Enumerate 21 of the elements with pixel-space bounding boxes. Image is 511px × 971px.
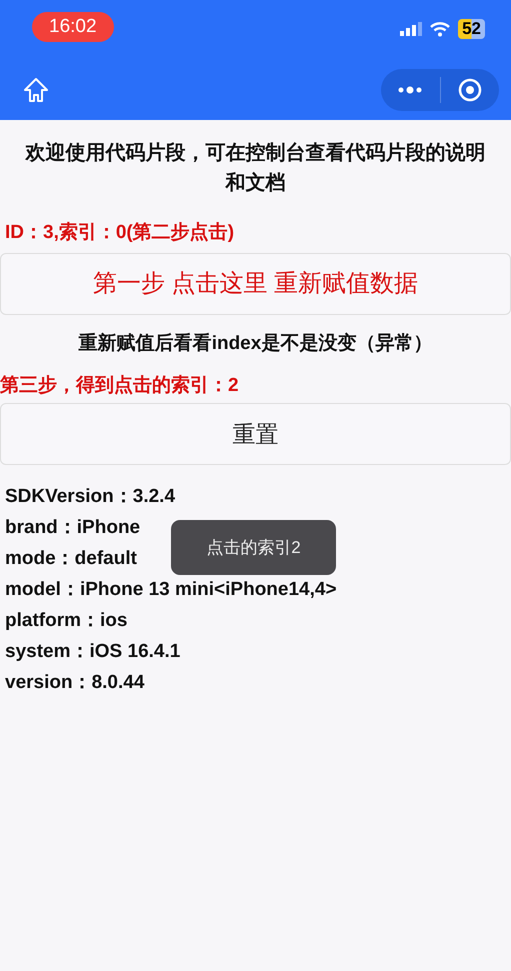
more-icon bbox=[397, 86, 424, 94]
info-line: model：iPhone 13 mini<iPhone14,4> bbox=[5, 578, 337, 602]
id-index-text: ID：3,索引：0(第二步点击) bbox=[4, 220, 236, 245]
step3-text: 第三步，得到点击的索引：2 bbox=[0, 374, 240, 398]
wifi-icon bbox=[430, 22, 450, 36]
info-line: mode：default bbox=[5, 547, 137, 571]
status-time: 16:02 bbox=[32, 12, 114, 42]
info-line: version：8.0.44 bbox=[5, 671, 144, 695]
info-line: platform：ios bbox=[5, 609, 128, 633]
target-icon bbox=[458, 78, 482, 102]
info-line: brand：iPhone bbox=[5, 516, 140, 540]
info-line: system：iOS 16.4.1 bbox=[5, 640, 180, 664]
battery-indicator: 52 bbox=[458, 19, 485, 39]
reassign-button[interactable]: 第一步 点击这里 重新赋值数据 bbox=[0, 253, 511, 315]
intro-text: 欢迎使用代码片段，可在控制台查看代码片段的说明和文档 bbox=[24, 140, 486, 196]
signal-icon bbox=[400, 22, 422, 36]
reset-button[interactable]: 重置 bbox=[0, 403, 511, 465]
home-icon[interactable] bbox=[22, 76, 50, 104]
toast: 点击的索引2 bbox=[171, 520, 336, 575]
hint-text: 重新赋值后看看index是不是没变（异常） bbox=[78, 332, 434, 356]
info-line: SDKVersion：3.2.4 bbox=[5, 485, 176, 509]
